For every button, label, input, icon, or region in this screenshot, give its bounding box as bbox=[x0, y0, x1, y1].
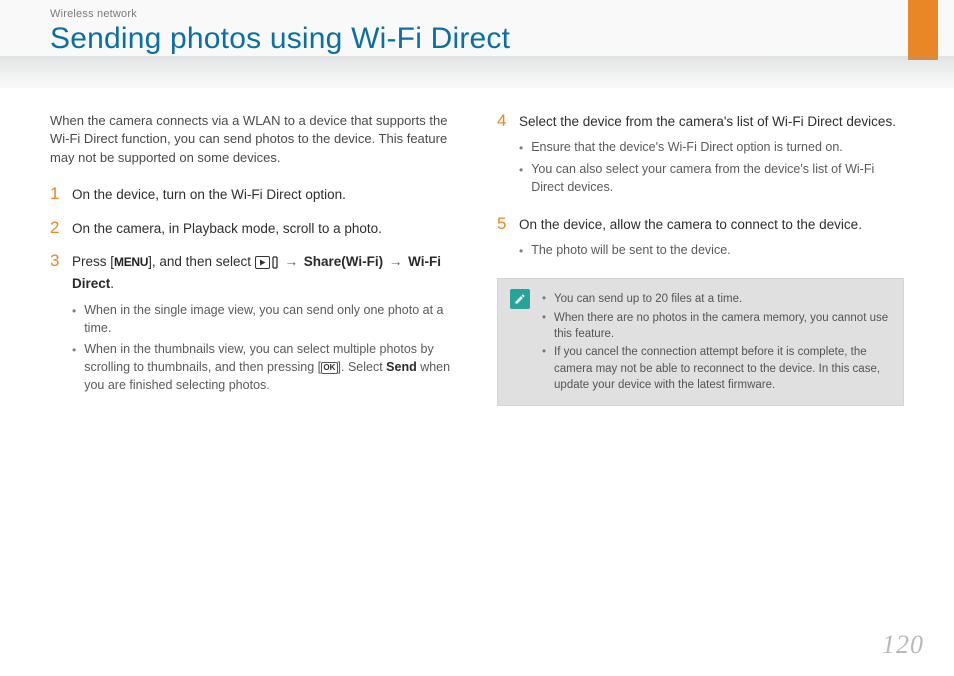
note-text: If you cancel the connection attempt bef… bbox=[554, 344, 891, 393]
step-body: On the device, allow the camera to conne… bbox=[519, 215, 904, 264]
ok-key-icon: OK bbox=[321, 362, 337, 374]
step-head: Select the device from the camera's list… bbox=[519, 114, 896, 129]
step-4-bullets: Ensure that the device's Wi-Fi Direct op… bbox=[519, 139, 904, 197]
note-item: When there are no photos in the camera m… bbox=[542, 310, 891, 343]
bullet-text: You can also select your camera from the… bbox=[531, 161, 904, 197]
note-box: You can send up to 20 files at a time. W… bbox=[497, 278, 904, 406]
note-text: When there are no photos in the camera m… bbox=[554, 310, 891, 343]
step-number: 2 bbox=[50, 219, 62, 238]
bullet: Ensure that the device's Wi-Fi Direct op… bbox=[519, 139, 904, 157]
bullet: When in the thumbnails view, you can sel… bbox=[72, 341, 457, 394]
page-number: 120 bbox=[882, 630, 924, 660]
note-text: You can send up to 20 files at a time. bbox=[554, 291, 742, 307]
text: ], and then select bbox=[148, 254, 255, 269]
step-body: On the camera, in Playback mode, scroll … bbox=[72, 219, 457, 238]
play-info-icon bbox=[255, 255, 279, 274]
arrow-icon: → bbox=[383, 254, 408, 269]
steps-left: 1 On the device, turn on the Wi-Fi Direc… bbox=[50, 185, 457, 398]
bullet: The photo will be sent to the device. bbox=[519, 242, 904, 260]
step-3-bullets: When in the single image view, you can s… bbox=[72, 302, 457, 395]
step-head: On the device, allow the camera to conne… bbox=[519, 217, 862, 232]
step-body: On the device, turn on the Wi-Fi Direct … bbox=[72, 185, 457, 204]
step-number: 5 bbox=[497, 215, 509, 264]
step-head: On the device, turn on the Wi-Fi Direct … bbox=[72, 187, 346, 202]
step-4: 4 Select the device from the camera's li… bbox=[497, 112, 904, 201]
text: . bbox=[110, 276, 114, 291]
intro-paragraph: When the camera connects via a WLAN to a… bbox=[50, 112, 457, 167]
step-2: 2 On the camera, in Playback mode, scrol… bbox=[50, 219, 457, 238]
section-breadcrumb: Wireless network bbox=[50, 8, 904, 20]
steps-right: 4 Select the device from the camera's li… bbox=[497, 112, 904, 264]
note-item: If you cancel the connection attempt bef… bbox=[542, 344, 891, 393]
bullet: You can also select your camera from the… bbox=[519, 161, 904, 197]
menu-button-label: MENU bbox=[114, 254, 148, 271]
page-title: Sending photos using Wi-Fi Direct bbox=[50, 22, 904, 56]
step-number: 1 bbox=[50, 185, 62, 204]
right-column: 4 Select the device from the camera's li… bbox=[497, 112, 904, 413]
bullet: When in the single image view, you can s… bbox=[72, 302, 457, 338]
pencil-note-icon bbox=[510, 289, 530, 309]
page-header: Wireless network Sending photos using Wi… bbox=[0, 0, 954, 88]
step-1: 1 On the device, turn on the Wi-Fi Direc… bbox=[50, 185, 457, 204]
content-columns: When the camera connects via a WLAN to a… bbox=[0, 88, 954, 413]
bullet-text: Ensure that the device's Wi-Fi Direct op… bbox=[531, 139, 843, 157]
note-item: You can send up to 20 files at a time. bbox=[542, 291, 891, 307]
step-body: Select the device from the camera's list… bbox=[519, 112, 904, 201]
edge-tab-decoration bbox=[908, 0, 938, 60]
left-column: When the camera connects via a WLAN to a… bbox=[50, 112, 457, 413]
step-body: Press [MENU], and then select → Share(Wi… bbox=[72, 252, 457, 398]
note-list: You can send up to 20 files at a time. W… bbox=[542, 289, 891, 395]
share-label: Share(Wi-Fi) bbox=[304, 254, 383, 269]
bullet-text: The photo will be sent to the device. bbox=[531, 242, 730, 260]
step-3: 3 Press [MENU], and then select → Share(… bbox=[50, 252, 457, 398]
step-head: On the camera, in Playback mode, scroll … bbox=[72, 221, 382, 236]
step-5-bullets: The photo will be sent to the device. bbox=[519, 242, 904, 260]
step-head: Press [MENU], and then select → Share(Wi… bbox=[72, 254, 441, 291]
text: Press [ bbox=[72, 254, 114, 269]
step-5: 5 On the device, allow the camera to con… bbox=[497, 215, 904, 264]
bullet-text: When in the single image view, you can s… bbox=[84, 302, 457, 338]
bullet-text: When in the thumbnails view, you can sel… bbox=[84, 341, 457, 394]
step-number: 4 bbox=[497, 112, 509, 201]
step-number: 3 bbox=[50, 252, 62, 398]
arrow-icon: → bbox=[279, 254, 304, 269]
